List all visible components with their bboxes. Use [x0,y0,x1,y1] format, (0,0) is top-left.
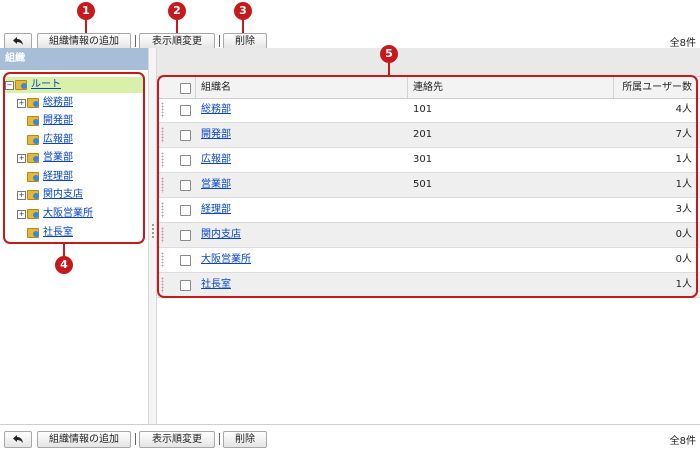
panel-bottom-border [0,424,700,425]
callout-5: 5 [380,45,398,63]
callout-line [63,244,65,256]
list-panel-header [157,48,700,77]
delete-button[interactable]: 削除 [223,431,267,448]
bottom-toolbar: 組織情報の追加 表示順変更 削除 全8件 [0,428,700,450]
toolbar-separator [219,35,220,47]
toolbar-separator [135,433,136,445]
change-order-button[interactable]: 表示順変更 [139,431,215,448]
tree-panel-header: 組織 [0,48,148,70]
tree-highlight-frame [3,72,145,244]
toolbar-separator [135,35,136,47]
toolbar-separator [219,433,220,445]
callout-line [242,20,244,33]
add-organization-button[interactable]: 組織情報の追加 [37,431,131,448]
splitter-grip [152,224,154,226]
callout-line [388,63,390,75]
callout-1: 1 [77,2,95,20]
back-arrow-icon [13,37,23,45]
callout-line [176,20,178,33]
splitter-grip [152,232,154,234]
splitter-grip [152,228,154,230]
panel-splitter[interactable] [148,48,157,424]
record-count: 全8件 [669,38,696,49]
callout-4: 4 [55,256,73,274]
callout-2: 2 [168,2,186,20]
back-button[interactable] [4,431,32,448]
table-highlight-frame [157,75,698,298]
back-arrow-icon [13,435,23,443]
record-count: 全8件 [669,436,696,447]
splitter-grip [152,236,154,238]
callout-3: 3 [234,2,252,20]
callout-line [85,20,87,33]
